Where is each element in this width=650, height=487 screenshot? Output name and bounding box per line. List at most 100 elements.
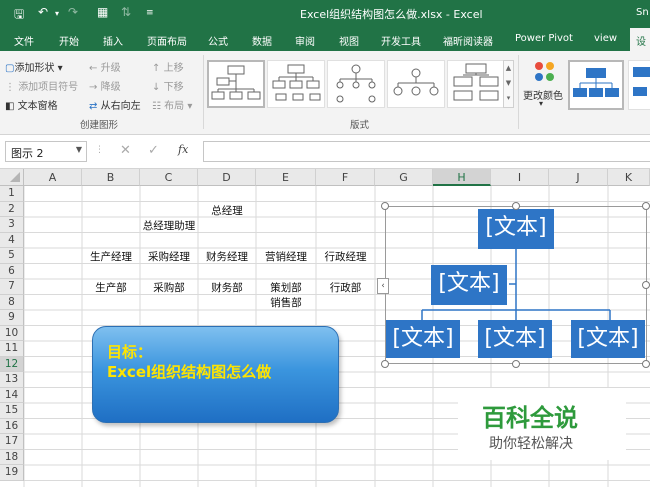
row-header-selected[interactable]: 12	[0, 356, 24, 372]
save-icon[interactable]: 🖫	[14, 5, 24, 26]
row-header[interactable]: 3	[0, 217, 24, 233]
column-header[interactable]: K	[608, 169, 650, 186]
layout-thumb-circle-picture-hierarchy[interactable]	[327, 60, 385, 108]
resize-handle[interactable]	[512, 202, 520, 210]
row-header[interactable]: 15	[0, 403, 24, 419]
smartart-top-node[interactable]: [文本]	[478, 209, 554, 249]
tab-developer[interactable]: 开发工具	[381, 33, 421, 48]
column-header[interactable]: E	[256, 169, 316, 186]
cell-c7[interactable]: 采购部	[140, 280, 198, 295]
row-header[interactable]: 19	[0, 465, 24, 481]
resize-handle[interactable]	[642, 360, 650, 368]
window-title: Excel组织结构图怎么做.xlsx - Excel	[300, 8, 483, 21]
layout-thumb-table-hierarchy[interactable]	[447, 60, 505, 108]
resize-handle[interactable]	[381, 202, 389, 210]
column-header[interactable]: D	[198, 169, 256, 186]
cell-e5[interactable]: 营销经理	[256, 249, 316, 264]
insert-function-icon[interactable]: fx	[178, 143, 188, 156]
tab-formulas[interactable]: 公式	[208, 33, 228, 48]
name-box[interactable]: 图示 2 ▼	[5, 141, 87, 162]
gallery-more-icon[interactable]: ▾	[504, 91, 513, 106]
style-thumb-1[interactable]	[568, 60, 624, 110]
column-header[interactable]: C	[140, 169, 198, 186]
tab-page-layout[interactable]: 页面布局	[147, 33, 187, 48]
row-header[interactable]: 7	[0, 279, 24, 295]
resize-handle[interactable]	[512, 360, 520, 368]
gallery-scroll[interactable]: ▲ ▼ ▾	[503, 60, 514, 108]
tab-review[interactable]: 审阅	[295, 33, 315, 48]
text-pane-toggle[interactable]: ‹	[377, 278, 389, 294]
column-header-selected[interactable]: H	[433, 169, 491, 186]
chevron-down-icon[interactable]: ▼	[76, 145, 82, 154]
layout-thumb-half-circle-org-chart[interactable]	[387, 60, 445, 108]
cell-e8[interactable]: 销售部	[256, 295, 316, 310]
column-header[interactable]: J	[549, 169, 608, 186]
tab-file[interactable]: 文件	[14, 33, 34, 48]
row-header[interactable]: 8	[0, 294, 24, 310]
row-header[interactable]: 4	[0, 232, 24, 248]
column-header[interactable]: B	[82, 169, 140, 186]
promote-icon: ←	[89, 63, 98, 74]
cell-b5[interactable]: 生产经理	[82, 249, 140, 264]
cell-c5[interactable]: 采购经理	[140, 249, 198, 264]
cell-d5[interactable]: 财务经理	[198, 249, 256, 264]
row-header[interactable]: 13	[0, 372, 24, 388]
column-header[interactable]: F	[316, 169, 375, 186]
undo-dropdown-icon[interactable]: ▾	[55, 9, 59, 18]
tab-insert[interactable]: 插入	[103, 33, 123, 48]
cell-f5[interactable]: 行政经理	[316, 249, 375, 264]
layout-thumb-name-title-org-chart[interactable]	[267, 60, 325, 108]
smartart-child-node[interactable]: [文本]	[386, 320, 460, 358]
row-header[interactable]: 10	[0, 325, 24, 341]
smartart-child-node[interactable]: [文本]	[478, 320, 552, 358]
select-all-icon	[10, 172, 20, 182]
cell-f7[interactable]: 行政部	[316, 280, 375, 295]
resize-handle[interactable]	[642, 202, 650, 210]
cell-b7[interactable]: 生产部	[82, 280, 140, 295]
tab-view-addin[interactable]: view	[594, 33, 617, 44]
goal-callout[interactable]: 目标： Excel组织结构图怎么做	[92, 326, 339, 423]
user-name[interactable]: Sn	[636, 7, 649, 18]
tab-data[interactable]: 数据	[252, 33, 272, 48]
tab-foxit-reader[interactable]: 福昕阅读器	[443, 33, 493, 48]
cell-d2[interactable]: 总经理	[198, 203, 256, 218]
smartart-assistant-node[interactable]: [文本]	[431, 265, 507, 305]
style-thumb-2[interactable]	[628, 60, 650, 110]
formula-input[interactable]	[203, 141, 650, 162]
smartart-child-node[interactable]: [文本]	[571, 320, 645, 358]
tab-view[interactable]: 视图	[339, 33, 359, 48]
tab-power-pivot[interactable]: Power Pivot	[515, 33, 573, 44]
cell-d7[interactable]: 财务部	[198, 280, 256, 295]
tab-design[interactable]: 设	[630, 28, 650, 51]
print-preview-icon[interactable]: ▦	[97, 5, 108, 19]
cell-c3[interactable]: 总经理助理	[136, 218, 202, 233]
right-to-left-button[interactable]: ⇄ 从右向左	[89, 97, 141, 112]
add-shape-button[interactable]: ▢添加形状 ▾	[5, 59, 63, 74]
row-header[interactable]: 6	[0, 263, 24, 279]
tab-home[interactable]: 开始	[59, 33, 79, 48]
row-header[interactable]: 17	[0, 434, 24, 450]
column-header[interactable]: A	[24, 169, 82, 186]
cell-e7[interactable]: 策划部	[256, 280, 316, 295]
row-header[interactable]: 1	[0, 186, 24, 202]
promote-button: ← 升级	[89, 63, 121, 74]
row-header[interactable]: 2	[0, 201, 24, 217]
resize-handle[interactable]	[642, 281, 650, 289]
row-header[interactable]: 11	[0, 341, 24, 357]
row-header[interactable]: 16	[0, 418, 24, 434]
chevron-down-icon[interactable]: ▼	[504, 76, 513, 91]
row-header[interactable]: 18	[0, 449, 24, 465]
text-pane-button[interactable]: ◧ 文本窗格	[5, 97, 58, 112]
chevron-up-icon[interactable]: ▲	[504, 61, 513, 76]
column-header[interactable]: I	[491, 169, 549, 186]
select-all-corner[interactable]	[0, 169, 24, 186]
customize-qat-icon[interactable]: ≡	[146, 8, 154, 18]
undo-icon[interactable]: ↶	[38, 5, 48, 19]
row-header[interactable]: 14	[0, 387, 24, 403]
column-header[interactable]: G	[375, 169, 433, 186]
row-header[interactable]: 9	[0, 310, 24, 326]
resize-handle[interactable]	[381, 360, 389, 368]
row-header[interactable]: 5	[0, 248, 24, 264]
layout-thumb-org-chart[interactable]	[207, 60, 265, 108]
change-colors-button[interactable]: 更改颜色 ▾	[523, 57, 565, 113]
